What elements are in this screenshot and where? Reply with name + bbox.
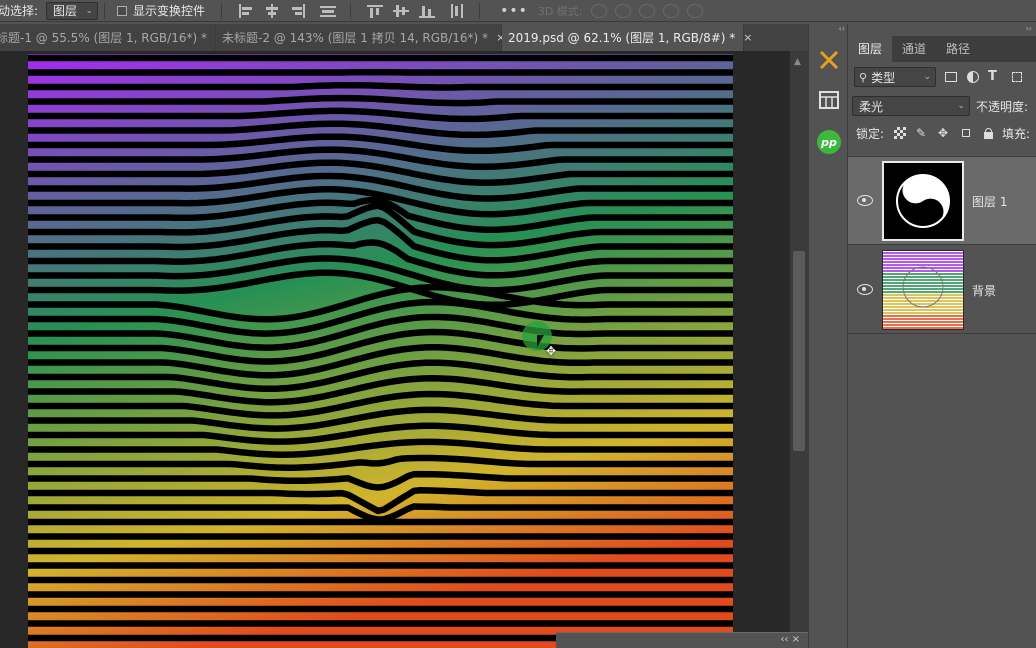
tab-paths[interactable]: 路径	[936, 36, 980, 62]
chevron-down-icon: ⌄	[923, 72, 931, 82]
distribute-icon[interactable]	[320, 4, 337, 18]
collapse-icon[interactable]: ››	[848, 24, 1036, 36]
lock-transparent-pixels-icon[interactable]	[894, 127, 907, 139]
separator	[104, 2, 106, 19]
slide-3d-icon	[662, 3, 679, 18]
panel-controls[interactable]: ‹‹ ×	[780, 634, 800, 645]
collapse-icon[interactable]: ‹‹	[809, 24, 849, 34]
layers-panel: ›› 图层 通道 路径 ⚲ 类型 ⌄ T 柔光 ⌄ 不透明度: 锁定: ✎ ✥ …	[848, 24, 1036, 648]
fill-label: 填充:	[1002, 126, 1031, 141]
separator	[221, 2, 223, 19]
document-tab-bar: 标题-1 @ 55.5% (图层 1, RGB/16*) * × 未标题-2 @…	[0, 24, 808, 51]
layer-row-selected[interactable]: 图层 1	[848, 157, 1036, 245]
drag-3d-icon	[638, 3, 655, 18]
lock-row: 锁定: ✎ ✥ 填充:	[848, 120, 1036, 146]
blend-mode-value: 柔光	[859, 99, 884, 114]
floating-panel-header: ‹‹ ×	[556, 632, 808, 648]
chevron-down-icon: ⌄	[85, 5, 94, 16]
auto-select-target-dropdown[interactable]: 图层 ⌄	[46, 1, 99, 20]
lock-position-icon[interactable]: ✥	[938, 127, 950, 139]
canvas-workspace[interactable]: ✥	[0, 51, 790, 648]
lock-all-icon[interactable]	[982, 127, 994, 139]
mode-3d-label: 3D 模式:	[537, 4, 583, 18]
pp-plugin-badge: pp	[817, 130, 841, 154]
document-canvas[interactable]	[28, 54, 733, 648]
opacity-label: 不透明度:	[976, 99, 1029, 114]
orbit-3d-icon	[590, 3, 607, 18]
move-crosshair-icon: ✥	[546, 344, 557, 358]
tab-title: 2019.psd @ 62.1% (图层 1, RGB/8#) *	[508, 31, 736, 45]
layer-thumbnail	[882, 250, 964, 330]
document-tab-active[interactable]: 2019.psd @ 62.1% (图层 1, RGB/8#) * ×	[502, 24, 752, 51]
align-top-icon[interactable]	[367, 4, 384, 18]
filter-kind-value: 类型	[871, 70, 896, 85]
panel-icon-strip: ‹‹ pp	[808, 24, 848, 648]
chevron-down-icon: ⌄	[957, 101, 965, 111]
auto-select-label: 动选择:	[0, 4, 39, 18]
lock-label: 锁定:	[856, 126, 885, 141]
align-vertical-center-icon[interactable]	[393, 4, 410, 18]
layer-row[interactable]: 背景	[848, 246, 1036, 334]
visibility-eye-icon[interactable]	[857, 195, 873, 206]
align-right-icon[interactable]	[290, 3, 306, 18]
vertical-scrollbar[interactable]: ▲	[790, 51, 808, 648]
align-left-icon[interactable]	[238, 3, 254, 18]
pp-plugin-icon[interactable]: pp	[815, 128, 843, 156]
tab-title: 未标题-2 @ 143% (图层 1 拷贝 14, RGB/16*) *	[222, 31, 489, 45]
yin-yang-icon	[896, 174, 950, 228]
layer-filter-row: ⚲ 类型 ⌄ T	[848, 62, 1036, 92]
brush-tools-icon[interactable]	[815, 46, 843, 74]
scrollbar-thumb[interactable]	[793, 251, 805, 451]
lock-image-pixels-icon[interactable]: ✎	[916, 127, 928, 139]
roll-3d-icon	[614, 3, 631, 18]
options-bar: 动选择: 图层 ⌄ 显示变换控件 ••• 3D 模式:	[0, 0, 1036, 22]
blend-mode-dropdown[interactable]: 柔光 ⌄	[852, 96, 970, 116]
camera-3d-icon	[686, 3, 703, 18]
filter-type-icon[interactable]: T	[988, 70, 1002, 84]
scroll-up-icon[interactable]: ▲	[794, 57, 801, 67]
grid-icon[interactable]	[815, 86, 843, 114]
auto-select-target-value: 图层	[53, 4, 78, 18]
more-options-button[interactable]: •••	[500, 3, 528, 19]
distribute-vertical-icon[interactable]	[449, 3, 465, 18]
layer-name: 图层 1	[972, 195, 1008, 209]
tab-channels[interactable]: 通道	[892, 36, 936, 62]
lock-artboard-icon[interactable]	[960, 127, 972, 139]
tab-title: 标题-1 @ 55.5% (图层 1, RGB/16*) *	[0, 31, 207, 45]
wave-stripes-artwork	[28, 54, 733, 648]
document-tab[interactable]: 标题-1 @ 55.5% (图层 1, RGB/16*) * ×	[0, 24, 224, 51]
document-tab[interactable]: 未标题-2 @ 143% (图层 1 拷贝 14, RGB/16*) * ×	[216, 24, 505, 51]
filter-shape-icon[interactable]	[1010, 70, 1024, 84]
move-cursor-icon	[537, 335, 544, 347]
panel-tabs: 图层 通道 路径	[848, 36, 1036, 62]
layer-name: 背景	[972, 284, 997, 298]
align-bottom-icon[interactable]	[419, 4, 436, 18]
close-icon[interactable]: ×	[743, 31, 752, 44]
show-transform-label: 显示变换控件	[133, 4, 206, 18]
pp-plugin-text: pp	[821, 135, 837, 149]
filter-adjustment-icon[interactable]	[966, 70, 980, 84]
filter-kind-dropdown[interactable]: ⚲ 类型 ⌄	[854, 67, 936, 87]
color-overlay	[28, 54, 733, 648]
thumb-background	[883, 251, 963, 329]
separator	[479, 2, 481, 19]
search-icon: ⚲	[859, 70, 868, 84]
stripes-thumbnail-icon	[883, 251, 963, 329]
visibility-eye-icon[interactable]	[857, 284, 873, 295]
layers-list: 图层 1 背景	[848, 156, 1036, 648]
align-horizontal-center-icon[interactable]	[264, 3, 280, 18]
separator	[350, 2, 352, 19]
tab-layers[interactable]: 图层	[848, 36, 893, 62]
show-transform-checkbox[interactable]	[117, 5, 128, 16]
filter-pixel-icon[interactable]	[944, 70, 958, 84]
layer-thumbnail	[882, 161, 964, 241]
blend-row: 柔光 ⌄ 不透明度:	[848, 92, 1036, 120]
